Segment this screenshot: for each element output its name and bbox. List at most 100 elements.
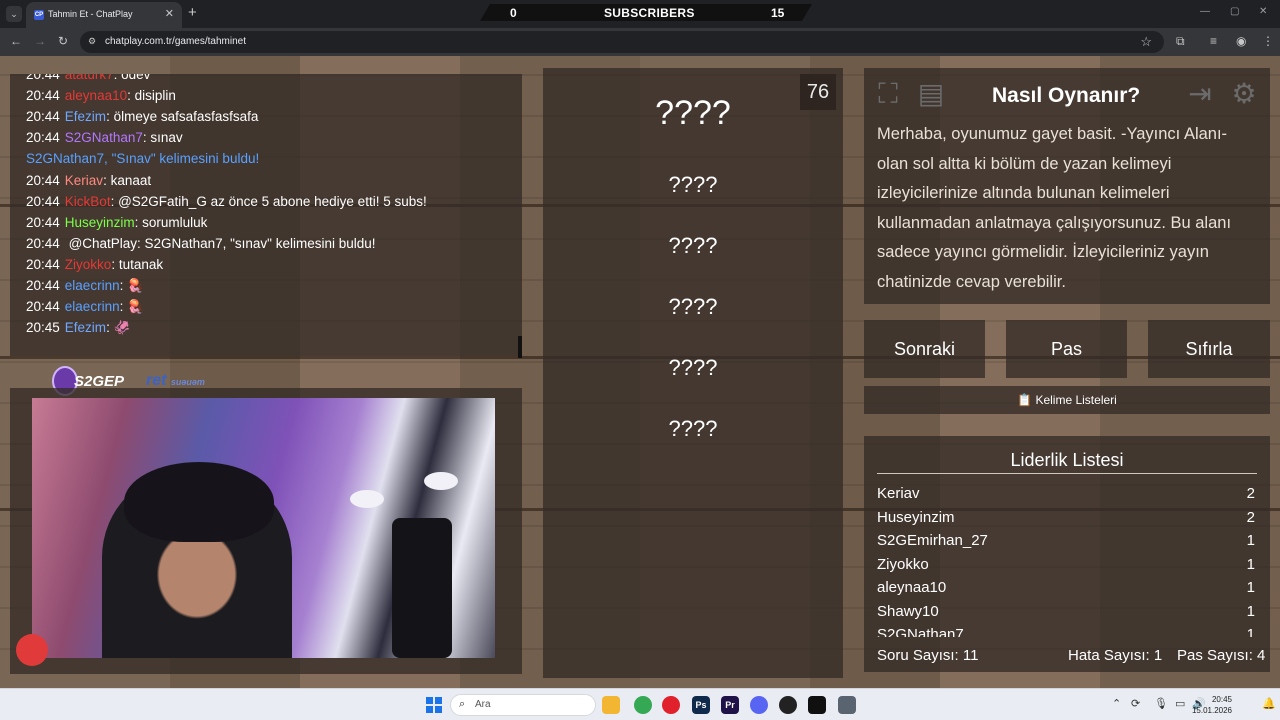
forbidden-word: ???? — [668, 233, 718, 258]
chat-line: 20:44 Efezim: ölmeye safsafasfasfsafa — [26, 109, 259, 124]
clock-time: 20:45 — [1211, 695, 1232, 704]
how-to-play-text: Merhaba, oyunumuz gayet basit. -Yayıncı … — [877, 125, 1232, 291]
clock-date: 15.01.2026 — [1191, 706, 1232, 715]
subscribers-title: SUBSCRIBERS — [604, 6, 695, 20]
forward-icon[interactable]: → — [34, 34, 46, 48]
new-tab-icon[interactable]: + — [188, 4, 197, 21]
exit-icon[interactable]: ⇥ — [1182, 76, 1218, 112]
forbidden-word: ???? — [668, 172, 718, 197]
word-lists-label: Kelime Listeleri — [1035, 393, 1117, 407]
notes-icon[interactable]: ▤ — [913, 76, 949, 112]
address-bar-row: ← → ↻ ⚙ chatplay.com.tr/games/tahminet ☆… — [0, 28, 1280, 56]
chat-panel: 20:44 ataturk7: ödev 20:44 aleynaa10: disi… — [10, 74, 522, 356]
chat-line: 20:45 Efezim: 🦑 — [26, 320, 131, 335]
bookmark-star-icon[interactable]: ☆ — [1140, 34, 1152, 50]
microphone — [392, 518, 452, 658]
fullscreen-icon[interactable]: ⛶ — [870, 76, 906, 112]
leaderboard-row: Ziyokko 1 — [877, 555, 1255, 573]
main-word: ???? — [655, 94, 731, 132]
forbidden-word: ???? — [668, 355, 718, 380]
streamer-hair — [124, 462, 274, 542]
chrome-icon[interactable] — [634, 696, 652, 714]
browser-menu-icon[interactable]: ⋮ — [1262, 34, 1274, 48]
next-button[interactable]: Sonraki — [864, 320, 985, 378]
chat-line: 20:44 elaecrinn: 🪼 — [26, 278, 144, 293]
url-text[interactable]: chatplay.com.tr/games/tahminet — [105, 36, 246, 47]
profile-avatar-icon[interactable]: ◉ — [1236, 34, 1246, 48]
pass-button[interactable]: Pas — [1006, 320, 1127, 378]
windows-taskbar: ⌕ Ara Ps Pr ⌃ ⟳ 🎙 ▭ 🔊 20:45 15.01.2026 🔔 — [0, 688, 1280, 720]
how-to-play-title: Nasıl Oynanır? — [992, 84, 1141, 107]
backdrop-cat-eye — [350, 490, 384, 508]
error-count: Hata Sayısı: 1 — [1068, 647, 1163, 664]
maximize-icon[interactable]: ▢ — [1230, 6, 1239, 17]
search-placeholder: Ara — [475, 699, 491, 710]
discord-icon[interactable] — [750, 696, 768, 714]
tab-favicon-icon: CP — [34, 10, 44, 20]
chat-system-line: S2GNathan7, "Sınav" kelimesini buldu! — [26, 151, 260, 166]
leaderboard-row: Huseyinzim 2 — [877, 508, 1255, 526]
obs-icon[interactable] — [779, 696, 797, 714]
tray-sync-icon[interactable]: ⟳ — [1131, 697, 1140, 710]
window-close-icon[interactable]: ✕ — [1259, 6, 1267, 17]
opera-icon[interactable] — [662, 696, 680, 714]
chat-line: 20:44 @ChatPlay: S2GNathan7, "sınav" kel… — [26, 236, 376, 251]
forbidden-word: ???? — [668, 416, 718, 441]
browser-tab-bar: ⌄ CP Tahmin Et - ChatPlay ✕ + 0 SUBSCRIB… — [0, 0, 1280, 28]
windows-start-icon[interactable] — [426, 697, 442, 713]
chat-line: 20:44 S2GNathan7: sınav — [26, 130, 183, 145]
pass-count: Pas Sayısı: 4 — [1177, 647, 1266, 664]
extensions-icon[interactable]: ⧉ — [1176, 34, 1185, 49]
battery-icon[interactable]: ▭ — [1175, 697, 1185, 710]
leaderboard-row: Keriav 2 — [877, 485, 1255, 502]
tray-expand-icon[interactable]: ⌃ — [1112, 697, 1121, 710]
leaderboard-row: aleynaa10 1 — [877, 579, 1255, 596]
word-lists-button[interactable]: 📋 Kelime Listeleri — [864, 386, 1270, 414]
subscribers-count-left: 0 — [510, 6, 517, 20]
subscribers-bar: 0 SUBSCRIBERS 15 — [480, 4, 812, 21]
forbidden-word: ???? — [668, 294, 718, 319]
question-count: Soru Sayısı: 11 — [877, 647, 979, 664]
photoshop-icon[interactable]: Ps — [692, 696, 710, 714]
reset-button[interactable]: Sıfırla — [1148, 320, 1270, 378]
record-button-icon[interactable] — [16, 634, 48, 666]
file-explorer-icon[interactable] — [602, 696, 620, 714]
chat-line: 20:44 Huseyinzim: sorumluluk — [26, 215, 208, 230]
chat-line: 20:44 Ziyokko: tutanak — [26, 257, 164, 272]
app-icon[interactable] — [838, 696, 856, 714]
leaderboard-list[interactable]: Keriav 2 Huseyinzim 2 S2GEmirhan_27 1 Ziyok… — [877, 482, 1257, 637]
streamer-webcam-video — [32, 398, 495, 658]
chat-line: 20:44 elaecrinn: 🪼 — [26, 299, 144, 314]
reading-list-icon[interactable]: ≡ — [1210, 34, 1217, 48]
tab-title: Tahmin Et - ChatPlay — [48, 9, 133, 19]
microphone-icon[interactable]: 🎙 — [1154, 697, 1168, 710]
countdown-timer: 76 — [800, 74, 836, 110]
url-field[interactable]: ⚙ chatplay.com.tr/games/tahminet ☆ — [80, 31, 1164, 53]
leaderboard-row: S2GEmirhan_27 1 — [877, 532, 1255, 549]
leaderboard-row: Shawy10 1 — [877, 602, 1255, 620]
premiere-icon[interactable]: Pr — [721, 696, 739, 714]
taskbar-search[interactable]: ⌕ Ara — [450, 694, 596, 716]
leaderboard-divider — [877, 473, 1257, 474]
chat-line: 20:44 Keriav: kanaat — [26, 173, 152, 188]
backdrop-cat-eye — [424, 472, 458, 490]
back-icon[interactable]: ← — [10, 34, 22, 48]
tab-search-menu-icon[interactable]: ⌄ — [6, 6, 22, 22]
app-icon[interactable] — [808, 696, 826, 714]
chat-scrollbar[interactable] — [518, 336, 522, 358]
chat-line: 20:44 KickBot: @S2GFatih_G az önce 5 abon… — [26, 194, 427, 209]
taskbar-clock[interactable]: 20:45 15.01.2026 — [1192, 694, 1232, 716]
site-info-icon[interactable]: ⚙ — [88, 36, 96, 47]
leaderboard-title: Liderlik Listesi — [1010, 450, 1124, 470]
tab-close-icon[interactable]: ✕ — [165, 7, 174, 20]
browser-tab[interactable]: CP Tahmin Et - ChatPlay ✕ — [26, 2, 182, 28]
word-list-icon: 📋 — [1017, 393, 1033, 407]
reload-icon[interactable]: ↻ — [58, 34, 68, 48]
chat-line: 20:44 aleynaa10: disiplin — [26, 88, 176, 103]
subscribers-count-right: 15 — [771, 6, 785, 20]
notification-bell-icon[interactable]: 🔔 — [1262, 697, 1276, 710]
settings-gear-icon[interactable]: ⚙ — [1226, 76, 1262, 112]
search-icon: ⌕ — [459, 698, 466, 710]
minimize-icon[interactable]: — — [1200, 6, 1210, 17]
leaderboard-row: S2GNathan7 1 — [877, 626, 1255, 637]
